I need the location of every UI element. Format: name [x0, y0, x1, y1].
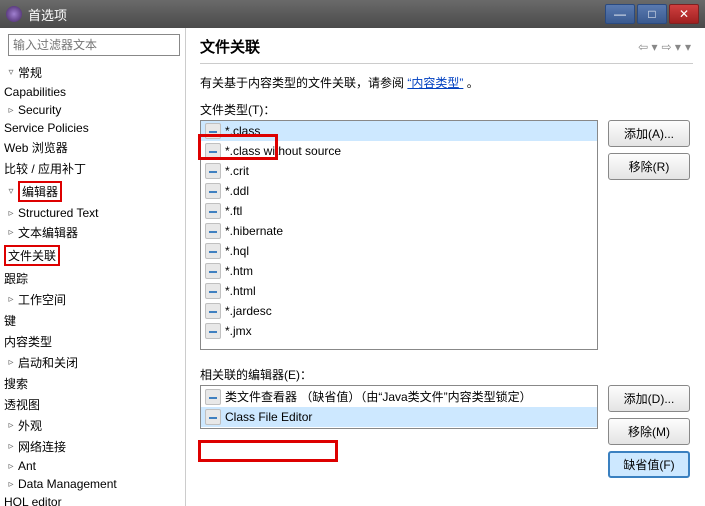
list-item[interactable]: *.class without source	[201, 141, 597, 161]
list-item[interactable]: *.hibernate	[201, 221, 597, 241]
list-item[interactable]: *.ddl	[201, 181, 597, 201]
expand-icon[interactable]: ▹	[4, 208, 18, 219]
preference-tree[interactable]: ▿常规 Capabilities ▹Security Service Polic…	[4, 62, 183, 506]
list-item[interactable]: *.hql	[201, 241, 597, 261]
expand-icon[interactable]: ▹	[4, 357, 18, 368]
list-item[interactable]: 类文件查看器 （缺省值）（由“Java类文件”内容类型锁定）	[201, 386, 597, 407]
list-item[interactable]: Class File Editor	[201, 407, 597, 427]
tree-search[interactable]: 搜索	[4, 375, 28, 392]
file-icon	[205, 203, 221, 219]
tree-workspace[interactable]: 工作空间	[18, 291, 66, 308]
tree-appearance[interactable]: 外观	[18, 417, 42, 434]
file-icon	[205, 123, 221, 139]
expand-icon[interactable]: ▹	[4, 441, 18, 452]
preference-tree-panel: ▿常规 Capabilities ▹Security Service Polic…	[0, 28, 186, 506]
collapse-icon[interactable]: ▿	[4, 67, 18, 78]
tree-service-policies[interactable]: Service Policies	[4, 121, 89, 135]
close-button[interactable]: ✕	[669, 4, 699, 24]
tree-compare-patch[interactable]: 比较 / 应用补丁	[4, 160, 86, 177]
tree-security[interactable]: Security	[18, 103, 61, 117]
window-title: 首选项	[28, 5, 603, 24]
tree-perspectives[interactable]: 透视图	[4, 396, 40, 413]
remove-editor-button[interactable]: 移除(M)	[608, 418, 690, 445]
expand-icon[interactable]: ▹	[4, 105, 18, 116]
file-icon	[205, 323, 221, 339]
associated-editors-list[interactable]: 类文件查看器 （缺省值）（由“Java类文件”内容类型锁定） Class Fil…	[200, 385, 598, 429]
file-icon	[205, 223, 221, 239]
main-panel: 文件关联 ⇦ ▾⇨ ▾▾ 有关基于内容类型的文件关联，请参阅 “内容类型” 。 …	[186, 28, 705, 506]
tree-content-types[interactable]: 内容类型	[4, 333, 52, 350]
collapse-icon[interactable]: ▿	[4, 186, 18, 197]
tree-general[interactable]: 常规	[18, 64, 42, 81]
file-icon	[205, 163, 221, 179]
tree-hql-editor[interactable]: HQL editor	[4, 495, 62, 506]
tree-capabilities[interactable]: Capabilities	[4, 85, 66, 99]
editor-icon	[205, 409, 221, 425]
editor-icon	[205, 389, 221, 405]
tree-startup-shutdown[interactable]: 启动和关闭	[18, 354, 78, 371]
list-item[interactable]: *.ftl	[201, 201, 597, 221]
expand-icon[interactable]: ▹	[4, 294, 18, 305]
associated-editors-label: 相关联的编辑器(E)：	[200, 366, 693, 383]
add-editor-button[interactable]: 添加(D)...	[608, 385, 690, 412]
add-filetype-button[interactable]: 添加(A)...	[608, 120, 690, 147]
maximize-button[interactable]: □	[637, 4, 667, 24]
expand-icon[interactable]: ▹	[4, 479, 18, 490]
minimize-button[interactable]: —	[605, 4, 635, 24]
expand-icon[interactable]: ▹	[4, 420, 18, 431]
file-types-list[interactable]: *.class *.class without source *.crit *.…	[200, 120, 598, 350]
default-editor-button[interactable]: 缺省值(F)	[608, 451, 690, 478]
tree-editors[interactable]: 编辑器	[18, 181, 62, 202]
window-titlebar: 首选项 — □ ✕	[0, 0, 705, 28]
expand-icon[interactable]: ▹	[4, 227, 18, 238]
tree-network[interactable]: 网络连接	[18, 438, 66, 455]
file-icon	[205, 243, 221, 259]
list-item[interactable]: *.jardesc	[201, 301, 597, 321]
tree-text-editors[interactable]: 文本编辑器	[18, 224, 78, 241]
list-item[interactable]: *.html	[201, 281, 597, 301]
eclipse-icon	[6, 6, 22, 22]
expand-icon[interactable]: ▹	[4, 461, 18, 472]
tree-data-management[interactable]: Data Management	[18, 477, 117, 491]
file-icon	[205, 303, 221, 319]
description: 有关基于内容类型的文件关联，请参阅 “内容类型” 。	[200, 74, 693, 91]
filter-input[interactable]	[8, 34, 180, 56]
file-icon	[205, 263, 221, 279]
list-item[interactable]: *.crit	[201, 161, 597, 181]
file-icon	[205, 143, 221, 159]
remove-filetype-button[interactable]: 移除(R)	[608, 153, 690, 180]
tree-structured-text[interactable]: Structured Text	[18, 206, 98, 220]
tree-tracing[interactable]: 跟踪	[4, 270, 28, 287]
tree-file-associations[interactable]: 文件关联	[4, 245, 60, 266]
list-item[interactable]: *.class	[201, 121, 597, 141]
content-types-link[interactable]: “内容类型”	[407, 76, 463, 90]
nav-arrows[interactable]: ⇦ ▾⇨ ▾▾	[636, 40, 693, 54]
tree-web-browser[interactable]: Web 浏览器	[4, 139, 68, 156]
page-title: 文件关联	[200, 36, 636, 57]
file-icon	[205, 183, 221, 199]
file-icon	[205, 283, 221, 299]
list-item[interactable]: *.htm	[201, 261, 597, 281]
file-types-label: 文件类型(T)：	[200, 101, 693, 118]
tree-ant[interactable]: Ant	[18, 459, 36, 473]
list-item[interactable]: *.jmx	[201, 321, 597, 341]
tree-keys[interactable]: 键	[4, 312, 16, 329]
